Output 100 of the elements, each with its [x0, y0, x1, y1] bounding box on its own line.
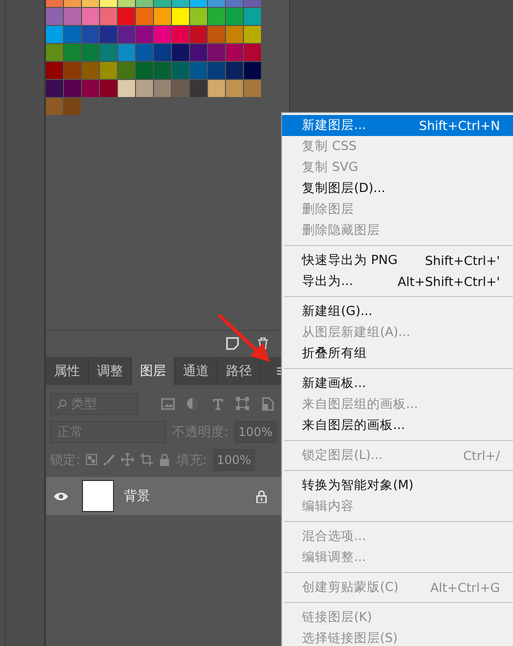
color-swatch[interactable] — [64, 8, 81, 25]
move-icon[interactable] — [121, 453, 134, 466]
pointer-arrow — [216, 312, 272, 364]
color-swatch[interactable] — [208, 44, 225, 61]
fill-field[interactable]: 100% — [212, 448, 256, 470]
type-filter-icon[interactable] — [212, 398, 224, 410]
color-swatch[interactable] — [154, 8, 171, 25]
color-swatch[interactable] — [136, 26, 153, 43]
color-swatch[interactable] — [100, 62, 117, 79]
color-swatch[interactable] — [82, 8, 99, 25]
color-swatch[interactable] — [244, 26, 261, 43]
brush-icon[interactable] — [103, 454, 116, 466]
color-swatch[interactable] — [136, 62, 153, 79]
trash-icon[interactable] — [257, 336, 269, 350]
color-swatch[interactable] — [154, 26, 171, 43]
adjustment-filter-icon[interactable] — [186, 397, 199, 410]
color-swatch[interactable] — [208, 80, 225, 97]
menu-item-label: 编辑调整... — [302, 549, 366, 566]
color-swatch[interactable] — [82, 26, 99, 43]
menu-item-label: 来自图层的画板... — [302, 417, 405, 434]
color-swatch[interactable] — [46, 8, 63, 25]
color-swatch[interactable] — [226, 44, 243, 61]
image-filter-icon[interactable] — [160, 398, 174, 410]
shortcut-text: Ctrl+/ — [463, 448, 500, 463]
search-icon — [57, 398, 67, 408]
color-swatch[interactable] — [82, 44, 99, 61]
color-swatch[interactable] — [154, 80, 171, 97]
crop-icon[interactable] — [140, 453, 154, 466]
menu-item[interactable]: 折叠所有组 — [282, 343, 513, 364]
color-swatch[interactable] — [82, 80, 99, 97]
menu-item[interactable]: 新建画板... — [282, 373, 513, 394]
menu-item-label: 快速导出为 PNG — [302, 252, 398, 269]
menu-item[interactable]: 来自图层的画板... — [282, 415, 513, 436]
color-swatch[interactable] — [190, 44, 207, 61]
color-swatch[interactable] — [208, 8, 225, 25]
color-swatch[interactable] — [226, 8, 243, 25]
menu-item-label: 新建画板... — [302, 375, 366, 392]
color-swatch[interactable] — [136, 80, 153, 97]
color-swatch[interactable] — [226, 80, 243, 97]
color-swatch[interactable] — [118, 26, 135, 43]
panel-tab[interactable]: 属性 — [46, 357, 89, 385]
menu-item[interactable]: 转换为智能对象(M) — [282, 475, 513, 496]
opacity-field[interactable]: 100% — [234, 420, 277, 442]
color-swatch[interactable] — [100, 8, 117, 25]
menu-item-label: 编辑内容 — [302, 498, 354, 515]
color-swatch[interactable] — [244, 44, 261, 61]
color-swatch[interactable] — [100, 26, 117, 43]
color-swatch[interactable] — [172, 80, 189, 97]
color-swatch[interactable] — [172, 44, 189, 61]
color-swatch[interactable] — [64, 26, 81, 43]
color-swatch[interactable] — [226, 26, 243, 43]
color-swatch[interactable] — [118, 62, 135, 79]
color-swatch[interactable] — [208, 62, 225, 79]
color-swatch[interactable] — [118, 8, 135, 25]
color-swatch[interactable] — [172, 26, 189, 43]
color-swatch[interactable] — [172, 62, 189, 79]
color-swatch[interactable] — [154, 62, 171, 79]
color-swatch[interactable] — [100, 80, 117, 97]
color-swatch[interactable] — [244, 8, 261, 25]
color-swatch[interactable] — [100, 44, 117, 61]
smart-object-filter-icon[interactable] — [262, 396, 274, 410]
color-swatch[interactable] — [190, 8, 207, 25]
color-swatch[interactable] — [82, 62, 99, 79]
color-swatch[interactable] — [46, 26, 63, 43]
panel-tab[interactable]: 图层 — [132, 357, 175, 385]
color-swatch[interactable] — [226, 62, 243, 79]
color-swatch[interactable] — [136, 8, 153, 25]
color-swatch[interactable] — [136, 44, 153, 61]
color-swatch[interactable] — [118, 80, 135, 97]
color-swatch[interactable] — [64, 44, 81, 61]
color-swatch[interactable] — [190, 62, 207, 79]
color-swatch[interactable] — [172, 8, 189, 25]
color-swatch[interactable] — [46, 98, 63, 115]
color-swatch[interactable] — [64, 98, 81, 115]
shape-filter-icon[interactable] — [236, 397, 249, 410]
menu-item[interactable]: 快速导出为 PNG Shift+Ctrl+' — [282, 250, 513, 271]
color-swatch[interactable] — [46, 80, 63, 97]
color-swatch[interactable] — [208, 26, 225, 43]
color-swatch[interactable] — [154, 44, 171, 61]
color-swatch[interactable] — [46, 44, 63, 61]
panel-tab[interactable]: 通道 — [175, 357, 218, 385]
checkerboard-icon[interactable] — [86, 454, 98, 465]
color-swatch[interactable] — [64, 80, 81, 97]
color-swatch[interactable] — [244, 62, 261, 79]
color-swatch[interactable] — [244, 80, 261, 97]
menu-item-label: 链接图层(K) — [302, 609, 372, 626]
eye-icon[interactable] — [54, 492, 68, 500]
menu-item-label: 复制 CSS — [302, 138, 357, 155]
color-swatch[interactable] — [190, 26, 207, 43]
color-swatch[interactable] — [118, 44, 135, 61]
menu-item[interactable]: 复制图层(D)... — [282, 178, 513, 199]
new-swatch-icon[interactable] — [226, 336, 239, 350]
menu-item[interactable]: 新建图层... Shift+Ctrl+N — [282, 115, 513, 136]
menu-item[interactable]: 新建组(G)... — [282, 301, 513, 322]
menu-item-label: 从图层新建组(A)... — [302, 324, 410, 341]
color-swatch[interactable] — [46, 62, 63, 79]
lock-icon[interactable] — [159, 454, 170, 466]
color-swatch[interactable] — [190, 80, 207, 97]
color-swatch[interactable] — [64, 62, 81, 79]
menu-item[interactable]: 导出为... Alt+Shift+Ctrl+' — [282, 271, 513, 292]
